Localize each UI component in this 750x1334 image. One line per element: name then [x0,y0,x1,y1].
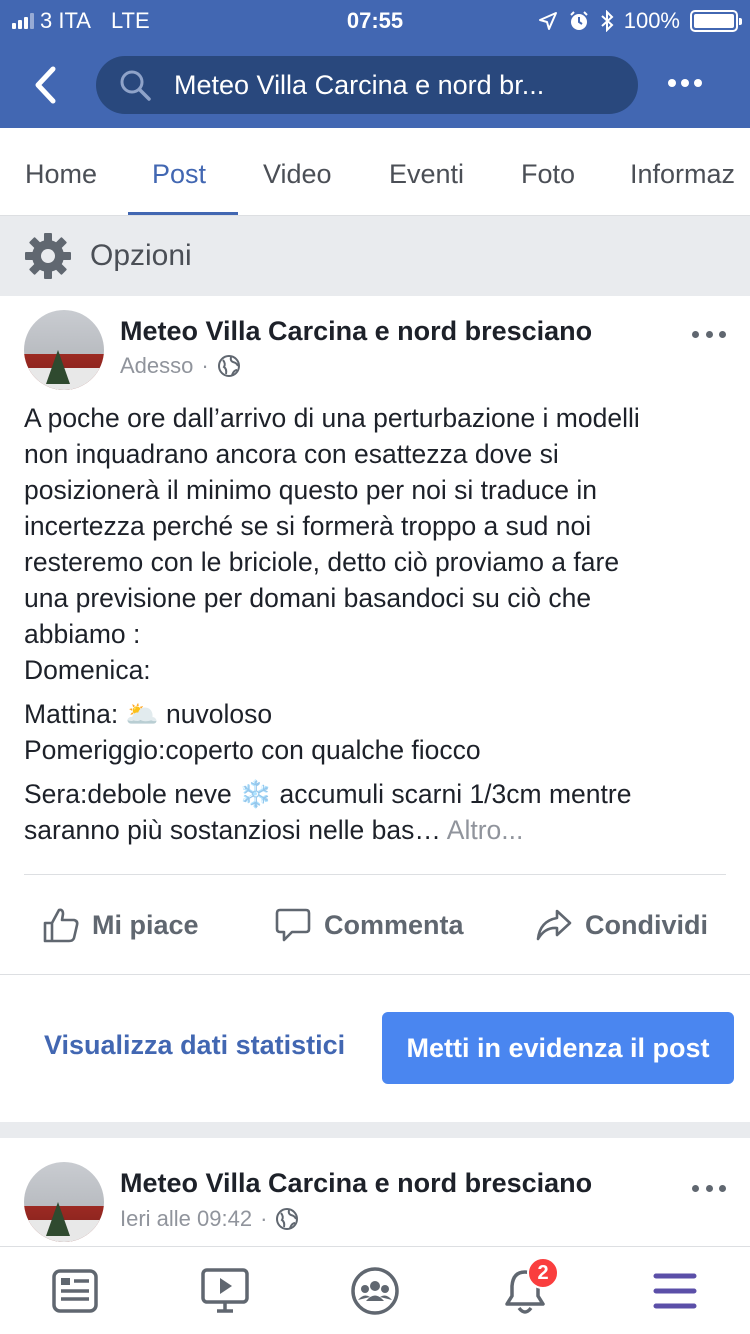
battery-icon [690,10,742,32]
post-meta: Adesso · [120,353,241,379]
menu-icon [653,1273,697,1309]
meta-separator: · [260,1206,268,1231]
tab-post[interactable]: Post [152,128,206,215]
bluetooth-icon [601,10,614,32]
comment-label: Commenta [324,909,464,940]
location-icon [538,12,557,30]
chevron-left-icon [35,66,56,104]
post-text-line: posizionerà il minimo questo per noi si … [24,475,597,505]
notifications-tab[interactable]: 2 [495,1257,559,1321]
search-input[interactable]: Meteo Villa Carcina e nord br... [96,56,638,114]
post-text-line: incertezza perché se si formerà troppo a… [24,511,592,541]
nav-bar: Meteo Villa Carcina e nord br... [0,40,750,128]
post-author[interactable]: Meteo Villa Carcina e nord bresciano [120,316,592,347]
like-label: Mi piace [92,909,199,940]
see-more-link[interactable]: Altro... [447,815,524,845]
more-options-button[interactable] [660,68,710,98]
tab-home[interactable]: Home [25,128,97,215]
news-feed-icon [52,1269,98,1313]
avatar[interactable] [24,310,104,390]
globe-icon [217,355,240,377]
post-time[interactable]: Adesso [120,353,193,379]
menu-tab[interactable] [645,1261,705,1321]
boost-post-button[interactable]: Metti in evidenza il post [382,1012,734,1084]
bottom-tab-bar: 2 [0,1246,750,1334]
thumbs-up-icon [43,908,79,943]
watch-tab[interactable] [195,1261,255,1321]
share-label: Condividi [585,909,708,940]
groups-tab[interactable] [345,1261,405,1321]
divider [24,874,726,875]
divider [0,974,750,975]
post-card: Meteo Villa Carcina e nord bresciano Ade… [0,296,750,1122]
post-meta: Ieri alle 09:42 · [120,1206,299,1232]
status-right: 100% [538,8,742,34]
post-actions: Mi piace Commenta Condividi [0,882,750,968]
alarm-icon [570,11,588,30]
post-text-line: A poche ore dall’arrivo di una perturbaz… [24,403,640,433]
search-icon [118,68,152,102]
page-tabs: Home Post Video Eventi Foto Informaz [0,128,750,216]
post-text-sera: Sera:debole neve ❄️ accumuli scarni 1/3c… [24,779,632,809]
view-insights-link[interactable]: Visualizza dati statistici [44,1030,345,1061]
news-feed-tab[interactable] [45,1261,105,1321]
avatar[interactable] [24,1162,104,1242]
groups-icon [351,1267,399,1315]
share-icon [536,909,572,941]
gear-icon [24,232,72,280]
search-text: Meteo Villa Carcina e nord br... [174,69,545,100]
comment-button[interactable]: Commenta [274,882,464,968]
post-text-mattina: Mattina: 🌥️ nuvoloso [24,699,273,729]
like-button[interactable]: Mi piace [42,882,199,968]
tab-informazioni[interactable]: Informaz [630,128,735,215]
post-text-line: abbiamo : [24,619,141,649]
tab-eventi[interactable]: Eventi [389,128,464,215]
options-row[interactable]: Opzioni [0,216,750,296]
meta-separator: · [201,353,209,378]
post-text-pomeriggio: Pomeriggio:coperto con qualche fiocco [24,735,481,765]
post-time[interactable]: Ieri alle 09:42 [120,1206,252,1232]
post-more-button[interactable] [692,1178,726,1198]
post-author[interactable]: Meteo Villa Carcina e nord bresciano [120,1168,592,1199]
post-text-last-line: saranno più sostanziosi nelle bas… Altro… [24,812,724,848]
tab-video[interactable]: Video [263,128,332,215]
back-button[interactable] [20,60,70,110]
share-button[interactable]: Condividi [535,882,708,968]
battery-label: 100% [623,8,680,33]
post-text-line: una previsione per domani basandoci su c… [24,583,592,613]
post-body: A poche ore dall’arrivo di una perturbaz… [24,400,724,848]
post-text-line: non inquadrano ancora con esattezza dove… [24,439,559,469]
tab-foto[interactable]: Foto [521,128,575,215]
comment-icon [275,908,311,942]
notifications-badge: 2 [527,1257,559,1289]
status-bar: 3 ITA LTE 07:55 100% [0,0,750,40]
video-icon [201,1268,249,1313]
post-more-button[interactable] [692,324,726,344]
post-card: Meteo Villa Carcina e nord bresciano Ier… [0,1138,750,1248]
post-text-line: Domenica: [24,655,151,685]
options-label: Opzioni [90,239,192,272]
post-text-line: resteremo con le briciole, detto ciò pro… [24,547,620,577]
post-text-truncated: saranno più sostanziosi nelle bas… [24,815,441,845]
globe-icon [276,1208,299,1230]
